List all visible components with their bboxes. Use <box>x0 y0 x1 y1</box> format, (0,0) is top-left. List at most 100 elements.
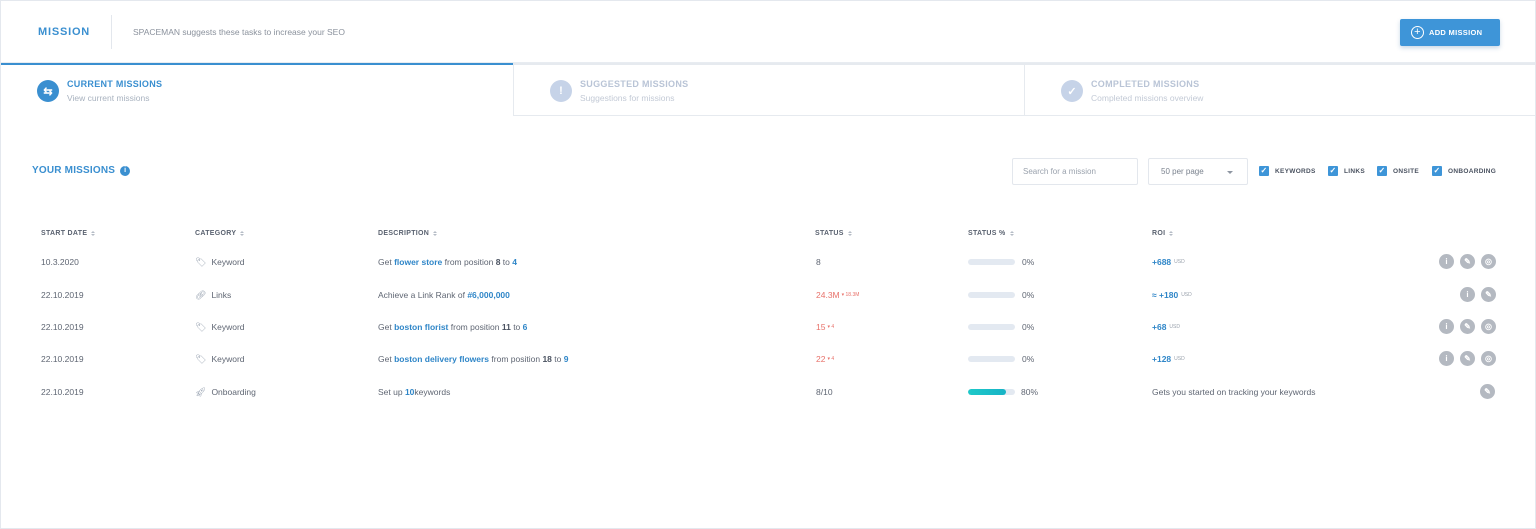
roi-cell: +68 USD <box>1152 321 1180 333</box>
desc-text: Achieve a Link Rank of <box>378 290 465 300</box>
status-number: 15 <box>816 322 826 332</box>
plus-circle-icon: + <box>1411 26 1424 39</box>
category-label: Keyword <box>211 257 245 267</box>
header-bar: MISSION SPACEMAN suggests these tasks to… <box>1 1 1535 63</box>
status-percent: 0% <box>1022 322 1035 332</box>
tab-current-missions[interactable]: ⇆ CURRENT MISSIONS View current missions <box>1 63 513 116</box>
category-label: Keyword <box>211 354 245 364</box>
description-cell: Achieve a Link Rank of #6,000,000 <box>378 289 510 301</box>
column-label: STATUS <box>815 230 844 237</box>
target-icon[interactable]: ◎ <box>1481 351 1496 366</box>
category-label: Onboarding <box>211 387 256 397</box>
checkbox-checked-icon[interactable]: ✓ <box>1432 166 1442 176</box>
progress-bar <box>968 259 1015 265</box>
filter-links[interactable]: ✓ LINKS <box>1328 166 1365 176</box>
category-cell: 🔗︎ Links <box>195 289 231 301</box>
status-value: 22 ▾ 4 <box>816 353 834 365</box>
sort-icon <box>1169 231 1174 236</box>
status-delta: ▾ 4 <box>827 324 835 330</box>
description-cell: Set up 10 keywords <box>378 386 450 398</box>
position-from: 18 <box>542 354 552 364</box>
column-label: CATEGORY <box>195 230 237 237</box>
filter-label: ONSITE <box>1393 167 1419 175</box>
target-icon[interactable]: ◎ <box>1481 319 1496 334</box>
roi-value: +128 <box>1152 354 1172 364</box>
roi-unit: USD <box>1181 292 1192 298</box>
status-value: 8 <box>816 257 821 267</box>
info-icon[interactable]: i <box>1439 254 1454 269</box>
status-delta: ▾ 18.3M <box>841 292 860 298</box>
check-icon: ✓ <box>1061 80 1083 102</box>
exclamation-icon: ! <box>550 80 572 102</box>
keyword-link[interactable]: boston florist <box>394 322 448 332</box>
link-rank-target[interactable]: #6,000,000 <box>467 290 510 300</box>
filter-label: LINKS <box>1344 167 1365 175</box>
link-icon: 🔗︎ <box>195 289 207 300</box>
category-cell: 🏷︎ Keyword <box>195 353 245 365</box>
progress-fill <box>968 389 1006 395</box>
edit-icon[interactable]: ✎ <box>1460 319 1475 334</box>
mission-search-input[interactable]: Search for a mission <box>1012 158 1138 185</box>
desc-text: to <box>554 354 562 364</box>
column-header-start-date[interactable]: START DATE <box>41 230 96 237</box>
keyword-link[interactable]: flower store <box>394 257 442 267</box>
column-header-status[interactable]: STATUS <box>815 230 852 237</box>
desc-text: from position <box>444 257 494 267</box>
edit-icon[interactable]: ✎ <box>1460 351 1475 366</box>
start-date: 22.10.2019 <box>41 290 84 300</box>
header-divider <box>111 15 112 49</box>
column-label: ROI <box>1152 230 1166 237</box>
column-header-status-percent[interactable]: STATUS % <box>968 230 1014 237</box>
row-actions: ✎ <box>1480 384 1495 399</box>
chevron-down-icon <box>1227 171 1233 174</box>
add-mission-button[interactable]: + ADD MISSION <box>1400 19 1500 46</box>
desc-text: keywords <box>414 387 451 397</box>
your-missions-label: YOUR MISSIONS <box>32 165 116 176</box>
column-header-roi[interactable]: ROI <box>1152 230 1174 237</box>
tab-completed-missions[interactable]: ✓ COMPLETED MISSIONS Completed missions … <box>1024 63 1535 116</box>
your-missions-heading: YOUR MISSIONS i <box>32 165 131 176</box>
info-icon[interactable]: i <box>1460 287 1475 302</box>
sort-icon <box>847 231 852 236</box>
info-icon[interactable]: i <box>1439 319 1454 334</box>
desc-text: Get <box>378 322 392 332</box>
edit-icon[interactable]: ✎ <box>1460 254 1475 269</box>
row-actions: i ✎ <box>1460 287 1496 302</box>
category-cell: 🏷︎ Keyword <box>195 321 245 333</box>
filter-label: ONBOARDING <box>1448 167 1497 175</box>
column-label: DESCRIPTION <box>378 230 430 237</box>
roi-value: ≈ +180 <box>1152 290 1179 300</box>
column-label: START DATE <box>41 230 88 237</box>
checkbox-checked-icon[interactable]: ✓ <box>1259 166 1269 176</box>
tab-title: COMPLETED MISSIONS <box>1091 79 1200 89</box>
checkbox-checked-icon[interactable]: ✓ <box>1328 166 1338 176</box>
progress-bar <box>968 389 1015 395</box>
column-header-description[interactable]: DESCRIPTION <box>378 230 438 237</box>
position-from: 11 <box>501 322 511 332</box>
filter-onsite[interactable]: ✓ ONSITE <box>1377 166 1419 176</box>
filter-keywords[interactable]: ✓ KEYWORDS <box>1259 166 1316 176</box>
row-actions: i ✎ ◎ <box>1439 254 1496 269</box>
roi-cell: +688 USD <box>1152 256 1185 268</box>
tab-subtitle: View current missions <box>67 93 150 103</box>
info-icon[interactable]: i <box>1439 351 1454 366</box>
roi-cell: +128 USD <box>1152 353 1185 365</box>
column-header-category[interactable]: CATEGORY <box>195 230 245 237</box>
per-page-select[interactable]: 50 per page <box>1148 158 1248 185</box>
tab-suggested-missions[interactable]: ! SUGGESTED MISSIONS Suggestions for mis… <box>513 63 1024 116</box>
desc-text: to <box>513 322 521 332</box>
info-icon[interactable]: i <box>120 165 131 176</box>
filter-onboarding[interactable]: ✓ ONBOARDING <box>1432 166 1496 176</box>
per-page-value: 50 per page <box>1161 167 1204 176</box>
tag-icon: 🏷︎ <box>195 321 207 332</box>
status-percent: 0% <box>1022 354 1035 364</box>
edit-icon[interactable]: ✎ <box>1480 384 1495 399</box>
description-cell: Get boston florist from position 11 to 6 <box>378 321 527 333</box>
edit-icon[interactable]: ✎ <box>1481 287 1496 302</box>
keyword-link[interactable]: boston delivery flowers <box>394 354 489 364</box>
mission-tabs: ⇆ CURRENT MISSIONS View current missions… <box>1 63 1535 116</box>
checkbox-checked-icon[interactable]: ✓ <box>1377 166 1387 176</box>
start-date: 10.3.2020 <box>41 257 79 267</box>
start-date: 22.10.2019 <box>41 354 84 364</box>
target-icon[interactable]: ◎ <box>1481 254 1496 269</box>
